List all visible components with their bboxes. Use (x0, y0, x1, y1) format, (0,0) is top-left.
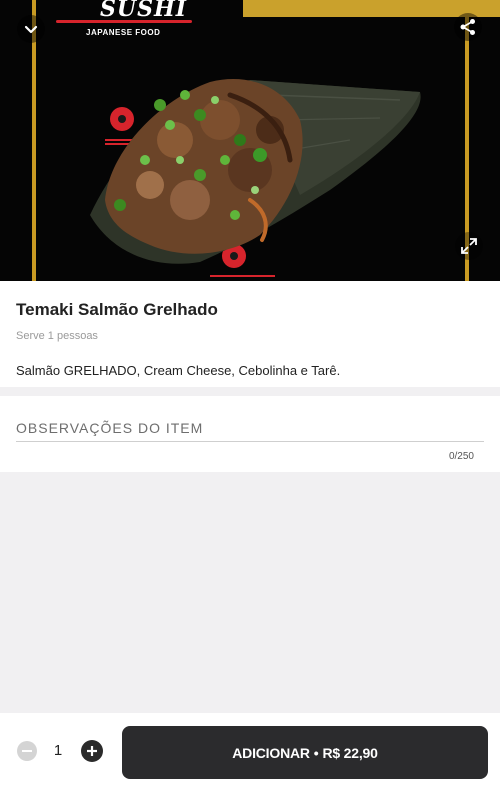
logo-subtext: JAPANESE FOOD (86, 28, 161, 37)
observations-section: 0/250 (0, 396, 500, 472)
add-button-label: ADICIONAR (232, 744, 310, 761)
share-icon (460, 19, 475, 35)
quantity-value: 1 (53, 742, 63, 759)
logo-text: SUSHI (100, 0, 188, 22)
item-description: Salmão GRELHADO, Cream Cheese, Cebolinha… (16, 363, 341, 378)
share-button[interactable] (454, 13, 482, 41)
collapse-button[interactable] (17, 15, 45, 43)
logo-underline (56, 20, 192, 23)
observations-input[interactable] (16, 414, 484, 442)
item-info-card: Temaki Salmão Grelhado Serve 1 pessoas S… (0, 281, 500, 387)
plus-icon (87, 746, 97, 756)
add-button-price: R$ 22,90 (322, 744, 378, 761)
decrease-quantity-button[interactable] (17, 741, 37, 761)
expand-image-button[interactable] (455, 232, 483, 260)
observations-counter: 0/250 (448, 451, 474, 462)
item-title: Temaki Salmão Grelhado (16, 300, 218, 319)
chevron-down-icon (24, 25, 38, 34)
order-footer: 1 ADICIONAR • R$ 22,90 (0, 713, 500, 786)
restaurant-logo: SUSHI JAPANESE FOOD (54, 0, 194, 44)
item-serves: Serve 1 pessoas (16, 330, 98, 342)
increase-quantity-button[interactable] (81, 740, 103, 762)
product-detail-page: SUSHI JAPANESE FOOD Temaki Salmão Grelha… (0, 0, 500, 786)
product-image: SUSHI JAPANESE FOOD (0, 0, 500, 281)
add-to-cart-button[interactable]: ADICIONAR • R$ 22,90 (122, 726, 488, 779)
minus-icon (22, 750, 32, 752)
expand-icon (461, 238, 477, 254)
add-button-separator: • (313, 744, 319, 761)
